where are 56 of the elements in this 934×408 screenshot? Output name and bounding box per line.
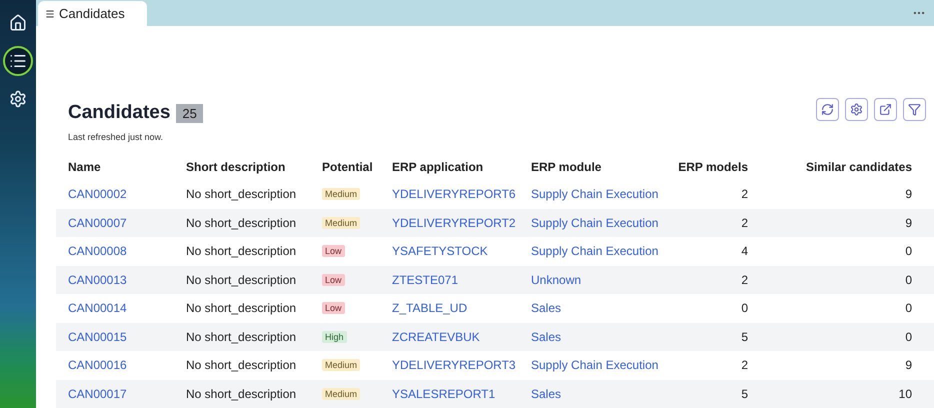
- refresh-icon: [821, 103, 834, 116]
- column-header: ERP models: [677, 159, 749, 176]
- refresh-button[interactable]: [816, 98, 839, 121]
- home-icon: [9, 14, 27, 32]
- list-icon: [9, 52, 27, 70]
- potential-badge: High: [322, 330, 347, 343]
- refresh-status: Last refreshed just now.: [68, 132, 164, 142]
- application-link[interactable]: ZTESTE071: [392, 266, 531, 294]
- filter-button[interactable]: [903, 98, 926, 121]
- potential-badge: Medium: [322, 216, 360, 229]
- tab[interactable]: Candidates: [38, 1, 147, 26]
- table-cell: 9: [770, 208, 934, 237]
- candidate-link[interactable]: CAN00007: [56, 208, 186, 237]
- potential-badge: Low: [322, 245, 345, 258]
- module-link[interactable]: Unknown: [531, 266, 673, 294]
- column-header: ERP application: [392, 159, 484, 176]
- menu-icon: [45, 8, 55, 18]
- potential-badge: Medium: [322, 388, 360, 400]
- application-link[interactable]: ZCREATEVBUK: [392, 322, 531, 351]
- table-cell: No short_description: [186, 266, 322, 294]
- table-cell: 2: [673, 208, 770, 237]
- table-cell: 0: [770, 266, 934, 294]
- table-cell: 0: [770, 322, 934, 351]
- potential-badge: Low: [322, 274, 345, 286]
- export-button[interactable]: [874, 98, 897, 121]
- column-header: Short description: [186, 159, 286, 176]
- settings-button[interactable]: [845, 98, 868, 121]
- export-icon: [879, 103, 892, 116]
- column-header: Potential: [322, 159, 374, 176]
- sidebar-button[interactable]: [3, 46, 33, 76]
- candidate-link[interactable]: CAN00015: [56, 322, 186, 351]
- module-link[interactable]: Sales: [531, 380, 673, 408]
- column-header: ERP module: [531, 159, 602, 176]
- candidate-link[interactable]: CAN00017: [56, 380, 186, 408]
- filter-icon: [908, 103, 921, 116]
- table-cell: No short_description: [186, 380, 322, 408]
- potential-badge: Medium: [322, 359, 360, 372]
- application-link[interactable]: YDELIVERYREPORT2: [392, 208, 531, 237]
- module-link[interactable]: Supply Chain Execution: [531, 208, 673, 237]
- table-cell: 5: [673, 380, 770, 408]
- page-title: Candidates: [68, 102, 170, 124]
- settings-icon: [850, 103, 863, 116]
- application-link[interactable]: YSALESREPORT1: [392, 380, 531, 408]
- potential-badge: Medium: [322, 188, 360, 200]
- column-header: Similar candidates: [804, 159, 913, 176]
- count-badge: 25: [176, 104, 203, 122]
- table-cell: 2: [673, 266, 770, 294]
- candidate-link[interactable]: CAN00013: [56, 266, 186, 294]
- module-link[interactable]: Sales: [531, 322, 673, 351]
- potential-badge: Low: [322, 302, 345, 314]
- settings-icon: [9, 90, 27, 108]
- table-cell: 10: [770, 380, 934, 408]
- table-cell: No short_description: [186, 208, 322, 237]
- table-cell: 5: [673, 322, 770, 351]
- table-cell: No short_description: [186, 322, 322, 351]
- column-header: Name: [67, 159, 102, 176]
